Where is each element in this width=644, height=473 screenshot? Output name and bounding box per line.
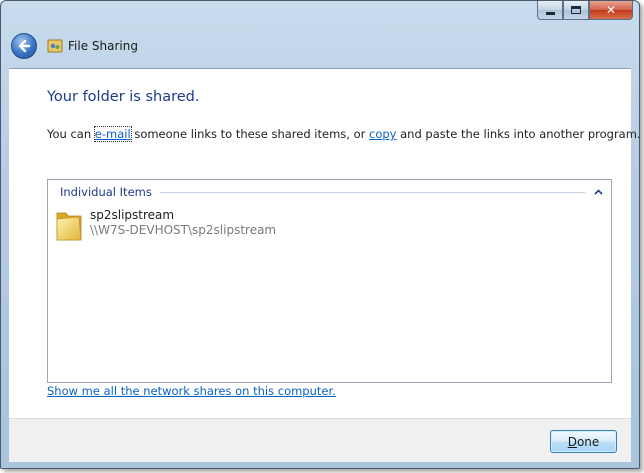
- description-prefix: You can: [47, 127, 95, 141]
- shared-items-list[interactable]: Individual Items sp2slipstream \\W7S-DEV…: [47, 179, 612, 383]
- list-item[interactable]: sp2slipstream \\W7S-DEVHOST\sp2slipstrea…: [54, 208, 276, 243]
- content-area: Your folder is shared. You can e-mail so…: [9, 68, 639, 418]
- file-sharing-icon: [47, 39, 63, 53]
- group-divider: [159, 191, 585, 193]
- maximize-button[interactable]: [563, 1, 589, 20]
- done-button[interactable]: Done: [550, 430, 617, 453]
- page-title: Your folder is shared.: [47, 89, 200, 105]
- group-header[interactable]: Individual Items: [60, 185, 603, 199]
- group-title: Individual Items: [60, 185, 152, 199]
- done-accelerator: D: [567, 434, 577, 449]
- back-button[interactable]: [11, 33, 37, 59]
- footer: Done: [9, 418, 631, 462]
- close-icon: ✕: [605, 3, 617, 17]
- folder-icon: [56, 212, 82, 241]
- minimize-button[interactable]: [537, 1, 563, 20]
- file-sharing-window: ✕ File Sharing Your folder is shared. Yo…: [0, 0, 640, 469]
- network-shares-link[interactable]: Show me all the network shares on this c…: [47, 384, 336, 398]
- description-suffix: and paste the links into another program…: [396, 127, 640, 141]
- item-text: sp2slipstream \\W7S-DEVHOST\sp2slipstrea…: [90, 208, 276, 237]
- item-name: sp2slipstream: [90, 208, 175, 222]
- share-description: You can e-mail someone links to these sh…: [47, 126, 640, 142]
- email-link[interactable]: e-mail: [93, 126, 132, 142]
- caption-buttons: ✕: [537, 1, 633, 20]
- navigation-row: File Sharing: [11, 33, 138, 59]
- maximize-icon: [571, 6, 581, 14]
- done-label: one: [576, 434, 600, 449]
- copy-link[interactable]: copy: [369, 127, 396, 141]
- minimize-icon: [545, 11, 555, 15]
- back-arrow-icon: [18, 39, 31, 53]
- description-middle: someone links to these shared items, or: [130, 127, 370, 141]
- item-path: \\W7S-DEVHOST\sp2slipstream: [90, 223, 277, 237]
- chevron-up-icon[interactable]: [593, 187, 603, 197]
- window-title: File Sharing: [68, 39, 138, 53]
- close-button[interactable]: ✕: [589, 1, 633, 20]
